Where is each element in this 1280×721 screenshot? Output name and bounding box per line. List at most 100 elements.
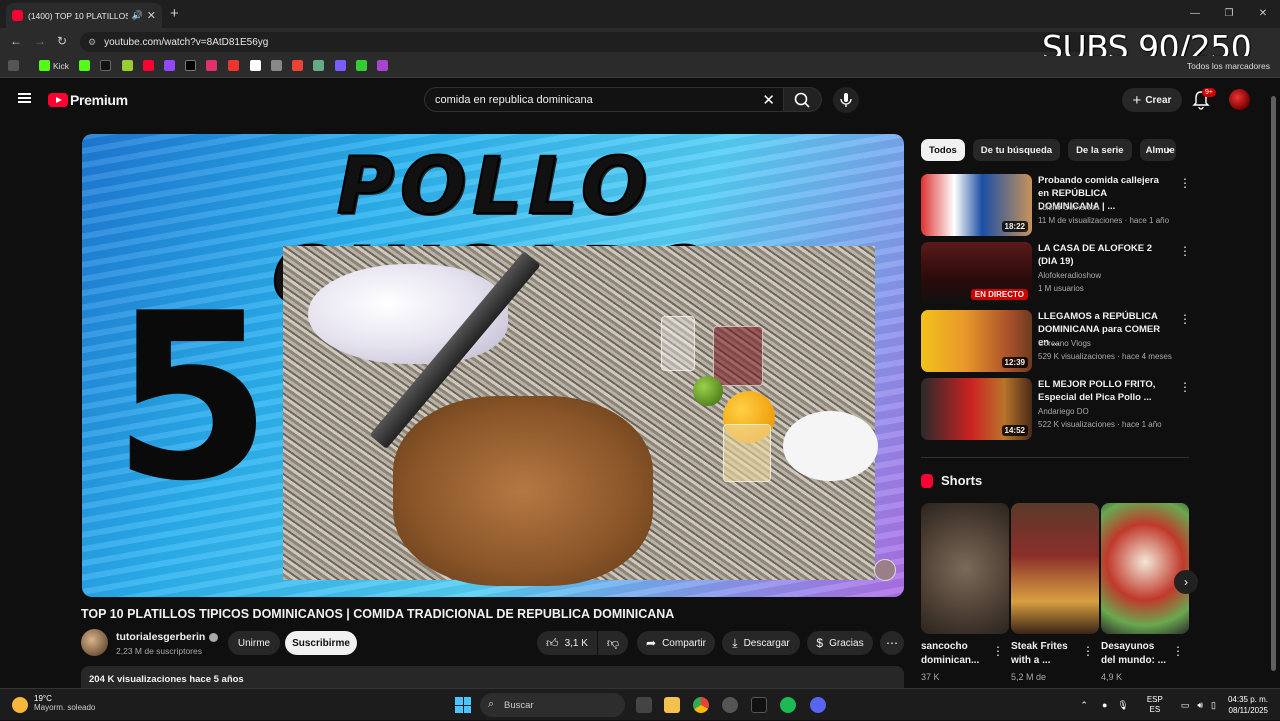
recommendation-item[interactable]: 12:39 LLEGAMOS a REPÚBLICA DOMINICANA pa… xyxy=(921,310,1191,374)
chip-from-search[interactable]: De tu búsqueda xyxy=(972,139,1061,161)
tray-app-icon[interactable]: ● xyxy=(1102,700,1107,710)
recommendation-channel[interactable]: Luisito Comunica xyxy=(1038,203,1099,212)
speaker-icon[interactable]: 🔊 xyxy=(132,10,143,21)
bookmark-badge-icon[interactable] xyxy=(313,60,324,71)
chip-all[interactable]: Todos xyxy=(921,139,965,161)
bookmark-star-icon[interactable] xyxy=(356,60,367,71)
share-button[interactable]: ➦ Compartir xyxy=(637,631,715,655)
new-tab-button[interactable]: + xyxy=(170,5,179,22)
bookmark-kick-label[interactable]: Kick xyxy=(53,61,69,71)
tray-mic-icon[interactable]: 🎙︎ xyxy=(1117,700,1128,711)
bookmark-diamond-icon[interactable] xyxy=(250,60,261,71)
short-thumbnail[interactable] xyxy=(921,503,1009,634)
account-avatar[interactable] xyxy=(1229,89,1250,110)
channel-watermark[interactable] xyxy=(874,559,896,581)
recommendation-thumbnail[interactable]: 12:39 xyxy=(921,310,1032,372)
recommendation-channel[interactable]: Andariego DO xyxy=(1038,407,1089,416)
voice-search-button[interactable] xyxy=(833,87,859,113)
join-button[interactable]: Unirme xyxy=(228,631,280,655)
task-view-icon[interactable] xyxy=(636,697,652,713)
recommendation-channel[interactable]: Coreano Vlogs xyxy=(1038,339,1091,348)
bookmark-s-icon[interactable] xyxy=(335,60,346,71)
language-indicator[interactable]: ESP ES xyxy=(1147,695,1163,715)
youtube-logo[interactable]: Premium xyxy=(48,92,128,108)
reload-button[interactable]: ↻ xyxy=(57,34,67,48)
all-bookmarks[interactable]: Todos los marcadores xyxy=(1187,61,1270,71)
battery-icon[interactable]: ▯ xyxy=(1211,700,1216,711)
short-title[interactable]: sancocho dominican... xyxy=(921,640,991,668)
youtube-bookmark-icon[interactable] xyxy=(143,60,154,71)
search-input[interactable]: comida en republica dominicana ✕ xyxy=(424,87,784,112)
recommendation-title[interactable]: LA CASA DE ALOFOKE 2 (DIA 19) xyxy=(1038,242,1170,268)
kick-alt-icon[interactable] xyxy=(79,60,90,71)
download-button[interactable]: ⤓ Descargar xyxy=(722,631,800,655)
short-title[interactable]: Steak Frites with a ... xyxy=(1011,640,1081,668)
search-button[interactable] xyxy=(784,87,822,112)
bookmark-globe-icon[interactable] xyxy=(271,60,282,71)
tray-chevron-icon[interactable]: ⌃ xyxy=(1080,700,1088,711)
recommendation-item[interactable]: 18:22 Probando comida callejera en REPÚB… xyxy=(921,174,1191,238)
recommendation-thumbnail[interactable]: 14:52 xyxy=(921,378,1032,440)
clear-search-icon[interactable]: ✕ xyxy=(762,91,775,109)
short-more-options-icon[interactable]: ⋮ xyxy=(1172,644,1184,658)
channel-avatar[interactable] xyxy=(81,629,108,656)
more-options-icon[interactable]: ⋮ xyxy=(1179,380,1191,394)
page-scrollbar[interactable] xyxy=(1270,88,1277,688)
spotify-icon[interactable] xyxy=(780,697,796,713)
tiktok-icon[interactable] xyxy=(100,60,111,71)
scrollbar-thumb[interactable] xyxy=(1271,96,1276,671)
more-options-icon[interactable]: ⋮ xyxy=(1179,312,1191,326)
video-player[interactable]: POLLO GUISADO 5 xyxy=(82,134,904,597)
chip-from-series[interactable]: De la serie xyxy=(1068,139,1132,161)
kick-icon[interactable] xyxy=(39,60,50,71)
file-explorer-icon[interactable] xyxy=(664,697,680,713)
thanks-button[interactable]: $ Gracias xyxy=(807,631,873,655)
recommendation-title[interactable]: EL MEJOR POLLO FRITO, Especial del Pica … xyxy=(1038,378,1170,404)
short-more-options-icon[interactable]: ⋮ xyxy=(992,644,1004,658)
bookmark-icon[interactable] xyxy=(122,60,133,71)
forward-button[interactable]: → xyxy=(34,34,46,48)
browser-tab-active[interactable]: (1400) TOP 10 PLATILLOS TÍ 🔊 ✕ xyxy=(6,3,162,28)
bookmark-red-icon[interactable] xyxy=(228,60,239,71)
recommendation-channel[interactable]: Alofokeradioshow xyxy=(1038,271,1101,280)
short-title[interactable]: Desayunos del mundo: ... xyxy=(1101,640,1171,668)
create-button[interactable]: + Crear xyxy=(1122,88,1182,112)
bookmark-x-icon[interactable] xyxy=(377,60,388,71)
terminal-icon[interactable] xyxy=(751,697,767,713)
twitch-icon[interactable] xyxy=(164,60,175,71)
chrome-icon[interactable] xyxy=(693,697,709,713)
description-box[interactable]: 204 K visualizaciones hace 5 años xyxy=(81,666,904,690)
shorts-next-button[interactable]: › xyxy=(1174,570,1198,594)
discord-icon[interactable] xyxy=(810,697,826,713)
more-options-icon[interactable]: ⋮ xyxy=(1179,244,1191,258)
taskbar-search[interactable]: ⌕ Buscar xyxy=(480,693,625,717)
chips-next-icon[interactable]: › xyxy=(1166,141,1171,157)
omnibox[interactable]: ⚙ youtube.com/watch?v=8AtD81E56yg xyxy=(80,32,1100,52)
menu-icon[interactable] xyxy=(18,93,31,103)
recommendation-item[interactable]: EN DIRECTO LA CASA DE ALOFOKE 2 (DIA 19)… xyxy=(921,242,1191,306)
close-window-button[interactable]: ✕ xyxy=(1246,0,1280,28)
back-button[interactable]: ← xyxy=(10,34,22,48)
app-icon[interactable] xyxy=(722,697,738,713)
instagram-icon[interactable] xyxy=(206,60,217,71)
x-icon[interactable] xyxy=(185,60,196,71)
subscribe-button[interactable]: Suscribirme xyxy=(285,631,357,655)
recommendation-item[interactable]: 14:52 EL MEJOR POLLO FRITO, Especial del… xyxy=(921,378,1191,442)
site-info-icon[interactable]: ⚙ xyxy=(88,37,96,48)
restore-button[interactable]: ❐ xyxy=(1212,0,1246,28)
short-thumbnail[interactable] xyxy=(1011,503,1099,634)
recommendation-thumbnail[interactable]: 18:22 xyxy=(921,174,1032,236)
recommendation-thumbnail[interactable]: EN DIRECTO xyxy=(921,242,1032,304)
network-icon[interactable]: ▭ xyxy=(1181,700,1190,711)
like-button[interactable]: 👍︎ 3,1 K xyxy=(537,631,597,655)
short-thumbnail[interactable] xyxy=(1101,503,1189,634)
channel-name[interactable]: tutorialesgerberin xyxy=(116,631,219,643)
more-actions-button[interactable]: ⋯ xyxy=(880,631,904,655)
close-tab-icon[interactable]: ✕ xyxy=(147,9,156,22)
minimize-button[interactable]: — xyxy=(1178,0,1212,28)
clock[interactable]: 04:35 p. m. 08/11/2025 xyxy=(1228,694,1268,716)
start-button[interactable] xyxy=(455,697,471,713)
gmail-icon[interactable] xyxy=(292,60,303,71)
more-options-icon[interactable]: ⋮ xyxy=(1179,176,1191,190)
short-more-options-icon[interactable]: ⋮ xyxy=(1082,644,1094,658)
